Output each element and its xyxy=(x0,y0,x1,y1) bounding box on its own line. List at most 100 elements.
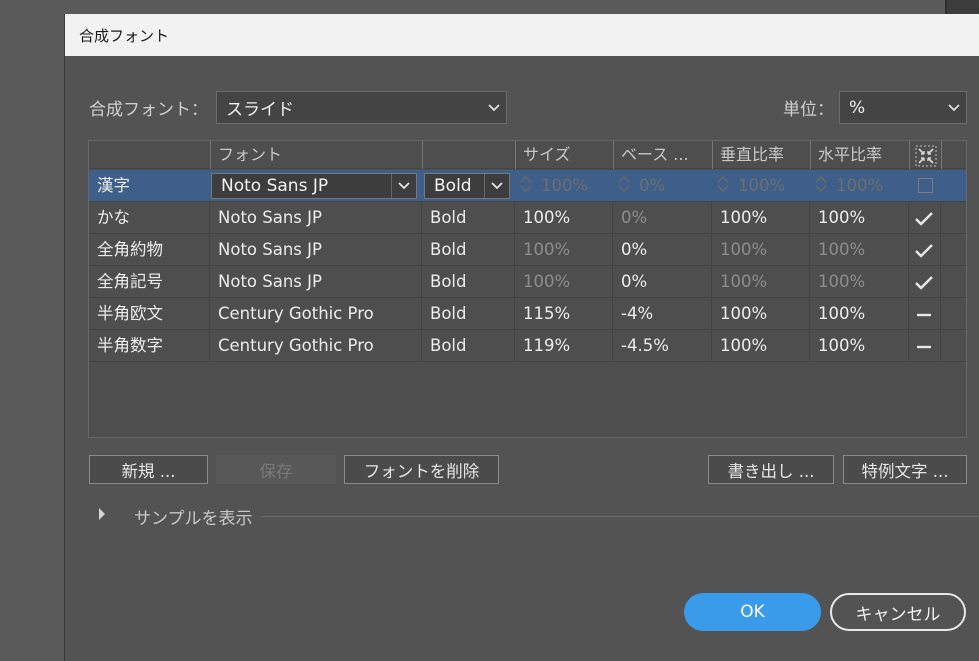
disclosure-triangle-icon[interactable] xyxy=(97,506,107,526)
chevron-down-icon xyxy=(482,103,506,112)
scale-center-toggle[interactable] xyxy=(909,298,941,329)
header-vertical-scale[interactable]: 垂直比率 xyxy=(712,141,810,169)
horizontal-scale-value: 100% xyxy=(810,298,909,329)
table-header: フォント サイズ ベース ... 垂直比率 水平比率 xyxy=(89,141,966,169)
size-stepper[interactable]: 100% xyxy=(515,170,613,201)
cancel-button[interactable]: キャンセル xyxy=(830,593,966,631)
scale-center-icon xyxy=(915,145,937,166)
header-baseline[interactable]: ベース ... xyxy=(613,141,712,169)
horizontal-scale-value: 100% xyxy=(836,176,884,195)
size-value: 100% xyxy=(515,266,613,297)
baseline-value: 0% xyxy=(613,234,712,265)
unit-select[interactable]: % xyxy=(839,91,967,124)
baseline-value: -4.5% xyxy=(613,330,712,361)
new-button[interactable]: 新規 ... xyxy=(89,455,208,484)
dialog-title: 合成フォント xyxy=(79,26,170,45)
baseline-value: 0% xyxy=(613,266,712,297)
baseline-stepper[interactable]: 0% xyxy=(613,170,712,201)
font-style-select[interactable]: Bold xyxy=(424,173,510,199)
export-button[interactable]: 書き出し ... xyxy=(708,455,834,484)
chevron-down-icon xyxy=(391,174,416,198)
font-style-value: Bold xyxy=(422,266,515,297)
dialog-titlebar: 合成フォント xyxy=(65,14,979,56)
dash-icon xyxy=(916,304,932,323)
horizontal-scale-stepper[interactable]: 100% xyxy=(810,170,909,201)
vertical-scale-value: 100% xyxy=(712,330,810,361)
scale-center-toggle[interactable] xyxy=(909,234,941,265)
scale-center-toggle[interactable] xyxy=(909,266,941,297)
stepper-arrows-icon xyxy=(519,174,537,198)
font-style-value: Bold xyxy=(422,234,515,265)
vertical-scale-value: 100% xyxy=(712,234,810,265)
unit-label: 単位： xyxy=(783,100,834,120)
header-style[interactable] xyxy=(422,141,515,169)
vertical-scale-value: 100% xyxy=(712,202,810,233)
row-class-name: 全角記号 xyxy=(89,266,210,297)
checkmark-icon xyxy=(914,208,934,227)
composite-font-table: フォント サイズ ベース ... 垂直比率 水平比率 漢字 Noto Sans … xyxy=(88,140,967,438)
horizontal-scale-value: 100% xyxy=(810,202,909,233)
header-horizontal-scale[interactable]: 水平比率 xyxy=(810,141,909,169)
size-value: 100% xyxy=(541,176,589,195)
header-font[interactable]: フォント xyxy=(210,141,422,169)
divider xyxy=(261,516,979,517)
table-row[interactable]: 半角数字 Century Gothic Pro Bold 119% -4.5% … xyxy=(89,330,966,362)
scale-center-toggle[interactable] xyxy=(909,202,941,233)
baseline-value: 0% xyxy=(639,176,666,195)
scale-center-checkbox[interactable] xyxy=(918,178,933,193)
row-class-name: 半角欧文 xyxy=(89,298,210,329)
show-sample-toggle[interactable]: サンプルを表示 xyxy=(134,504,253,529)
row-class-name: かな xyxy=(89,202,210,233)
header-scale-from-center[interactable] xyxy=(909,141,941,169)
horizontal-scale-value: 100% xyxy=(810,330,909,361)
font-style-value: Bold xyxy=(434,176,472,196)
checkmark-icon xyxy=(914,240,934,259)
composite-font-label: 合成フォント： xyxy=(89,100,208,120)
horizontal-scale-value: 100% xyxy=(810,266,909,297)
vertical-scale-stepper[interactable]: 100% xyxy=(712,170,810,201)
composite-font-value: スライド xyxy=(226,100,294,120)
table-row[interactable]: 全角約物 Noto Sans JP Bold 100% 0% 100% 100% xyxy=(89,234,966,266)
font-family-select[interactable]: Noto Sans JP xyxy=(211,173,417,199)
exception-characters-button[interactable]: 特例文字 ... xyxy=(843,455,967,484)
unit-value: % xyxy=(849,97,866,118)
chevron-down-icon xyxy=(484,174,509,198)
delete-font-button[interactable]: フォントを削除 xyxy=(344,455,499,484)
header-size[interactable]: サイズ xyxy=(515,141,613,169)
size-value: 100% xyxy=(515,202,613,233)
size-value: 119% xyxy=(515,330,613,361)
background-window-edge xyxy=(945,0,979,14)
scale-center-toggle[interactable] xyxy=(909,330,941,361)
composite-font-dialog: 合成フォント 合成フォント： スライド 単位： % フォント サイズ ベース .… xyxy=(64,14,979,661)
baseline-value: -4% xyxy=(613,298,712,329)
font-style-value: Bold xyxy=(422,330,515,361)
composite-font-select[interactable]: スライド xyxy=(216,91,507,124)
table-row[interactable]: 半角欧文 Century Gothic Pro Bold 115% -4% 10… xyxy=(89,298,966,330)
horizontal-scale-value: 100% xyxy=(810,234,909,265)
save-button[interactable]: 保存 xyxy=(216,455,336,484)
font-style-value: Bold xyxy=(422,202,515,233)
header-spacer xyxy=(941,141,966,169)
ok-button[interactable]: OK xyxy=(684,593,821,631)
font-family-value: Century Gothic Pro xyxy=(210,330,422,361)
table-row[interactable]: かな Noto Sans JP Bold 100% 0% 100% 100% xyxy=(89,202,966,234)
stepper-arrows-icon xyxy=(716,174,734,198)
baseline-value: 0% xyxy=(613,202,712,233)
vertical-scale-value: 100% xyxy=(712,298,810,329)
font-family-value: Noto Sans JP xyxy=(210,234,422,265)
table-row[interactable]: 漢字 Noto Sans JP Bold 100% 0% 100% 100% xyxy=(89,170,966,202)
vertical-scale-value: 100% xyxy=(738,176,786,195)
row-class-name: 全角約物 xyxy=(89,234,210,265)
checkmark-icon xyxy=(914,272,934,291)
size-value: 115% xyxy=(515,298,613,329)
table-row[interactable]: 全角記号 Noto Sans JP Bold 100% 0% 100% 100% xyxy=(89,266,966,298)
font-family-value: Noto Sans JP xyxy=(221,176,329,196)
font-style-value: Bold xyxy=(422,298,515,329)
stepper-arrows-icon xyxy=(617,174,635,198)
stepper-arrows-icon xyxy=(814,174,832,198)
font-family-value: Century Gothic Pro xyxy=(210,298,422,329)
row-class-name: 漢字 xyxy=(89,170,210,201)
vertical-scale-value: 100% xyxy=(712,266,810,297)
font-family-value: Noto Sans JP xyxy=(210,266,422,297)
font-family-value: Noto Sans JP xyxy=(210,202,422,233)
